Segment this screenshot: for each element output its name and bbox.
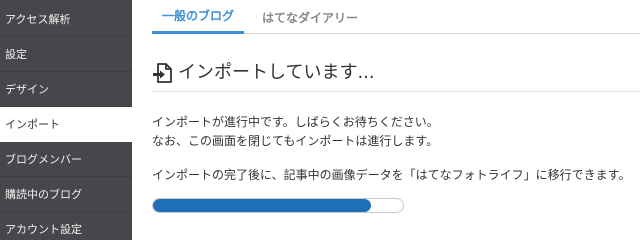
app-window: アクセス解析 設定 デザイン インポート ブログメンバー 購読中のブログ アカウ… [0, 0, 640, 240]
sidebar-item-settings[interactable]: 設定 [0, 37, 132, 72]
tab-general-blog[interactable]: 一般のブログ [152, 0, 244, 34]
page-heading: インポートしています... [152, 60, 640, 92]
import-progress-bar [152, 198, 404, 213]
tab-hatena-diary[interactable]: はてなダイアリー [256, 0, 364, 34]
sidebar-item-blog-members[interactable]: ブログメンバー [0, 142, 132, 177]
sidebar-item-label: 購読中のブログ [5, 188, 82, 201]
status-message-line-1: インポートが進行中です。しばらくお待ちください。 [152, 115, 439, 129]
sidebar-item-label: 設定 [5, 48, 27, 61]
sidebar-item-label: デザイン [5, 83, 49, 96]
sidebar-item-subscribed-blogs[interactable]: 購読中のブログ [0, 177, 132, 212]
sidebar: アクセス解析 設定 デザイン インポート ブログメンバー 購読中のブログ アカウ… [0, 0, 132, 240]
import-progress-fill [153, 199, 371, 212]
sidebar-item-import[interactable]: インポート [0, 107, 132, 142]
status-message-line-2: なお、この画面を閉じてもインポートは進行します。 [152, 134, 439, 148]
status-message-line-3: インポートの完了後に、記事中の画像データを「はてなフォトライフ」に移行できます。 [152, 168, 631, 182]
file-import-icon [153, 63, 172, 83]
main-content: 一般のブログ はてなダイアリー インポートしています... インポートが進行中で… [132, 0, 640, 240]
sidebar-item-design[interactable]: デザイン [0, 72, 132, 107]
tab-label: はてなダイアリー [261, 10, 358, 25]
sidebar-item-label: ブログメンバー [5, 153, 82, 166]
import-source-tabs: 一般のブログ はてなダイアリー [152, 0, 640, 34]
sidebar-item-account-settings[interactable]: アカウント設定 [0, 212, 132, 240]
page-title: インポートしています... [178, 62, 375, 83]
tab-label: 一般のブログ [161, 9, 234, 23]
sidebar-item-label: アカウント設定 [5, 223, 82, 236]
sidebar-item-label: インポート [5, 118, 60, 131]
sidebar-item-label: アクセス解析 [5, 13, 71, 26]
sidebar-item-access-analytics[interactable]: アクセス解析 [0, 2, 132, 37]
